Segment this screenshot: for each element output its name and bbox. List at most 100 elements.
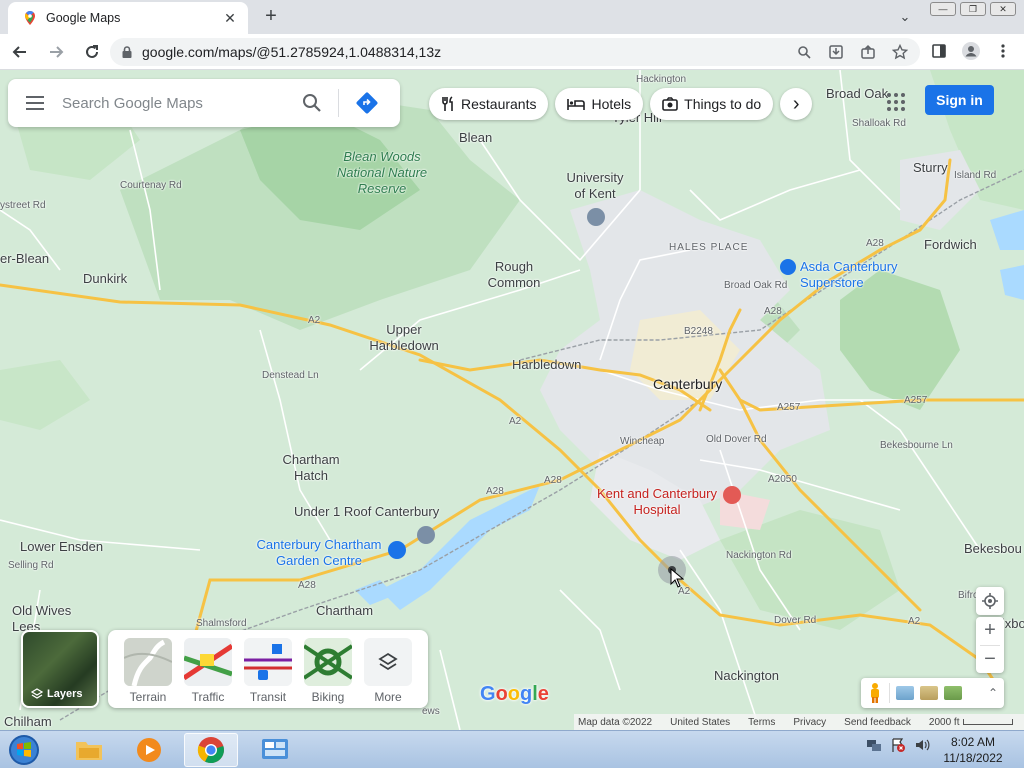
google-logo: Google: [480, 683, 549, 706]
chips-next-button[interactable]: ›: [780, 88, 813, 120]
map-label-fordwich: Fordwich: [924, 237, 977, 252]
map-label-asda[interactable]: Asda Canterbury Superstore: [800, 259, 910, 291]
taskbar-media-player[interactable]: [122, 733, 176, 767]
map-canvas[interactable]: Broad Oak Blean Tyler Hill University of…: [0, 70, 1024, 730]
road-label-a28: A28: [764, 306, 782, 317]
traffic-thumbnail-icon: [184, 638, 232, 686]
chip-hotels[interactable]: Hotels: [555, 88, 644, 120]
fork-knife-icon: [441, 96, 455, 112]
biking-thumbnail-icon: [304, 638, 352, 686]
directions-icon: [356, 92, 378, 114]
road-label-a28: A28: [298, 580, 316, 591]
my-location-button[interactable]: [976, 587, 1004, 615]
map-label-canterbury: Canterbury: [653, 376, 723, 392]
map-label-university-kent[interactable]: University of Kent: [560, 170, 630, 202]
imagery-thumbnail-icon[interactable]: [944, 686, 962, 700]
layer-biking[interactable]: Biking: [304, 638, 352, 708]
layer-traffic[interactable]: Traffic: [184, 638, 232, 708]
profile-avatar-icon[interactable]: [960, 40, 982, 62]
side-panel-icon[interactable]: [928, 40, 950, 62]
scale-bar-line: [963, 719, 1014, 725]
road-label-a257: A257: [777, 402, 801, 413]
search-icon[interactable]: [794, 42, 814, 62]
folder-icon: [76, 742, 102, 760]
forward-button[interactable]: [40, 36, 72, 68]
sign-in-button[interactable]: Sign in: [925, 85, 994, 115]
road-label-a28: A28: [866, 238, 884, 249]
layers-toggle-button[interactable]: Layers: [21, 630, 99, 708]
terms-link[interactable]: Terms: [748, 717, 775, 728]
tab-close-icon[interactable]: ✕: [222, 10, 238, 27]
chip-restaurants[interactable]: Restaurants: [429, 88, 549, 120]
road-label-courtenay-rd: Courtenay Rd: [120, 180, 182, 191]
country-link[interactable]: United States: [670, 717, 730, 728]
road-label-shalloak-rd: Shalloak Rd: [852, 118, 906, 129]
browser-tab-strip: Google Maps ✕ + ⌄ — ❐ ✕: [0, 0, 1024, 34]
imagery-thumbnail-icon[interactable]: [920, 686, 938, 700]
address-bar[interactable]: google.com/maps/@51.2785924,1.0488314,13…: [110, 38, 920, 66]
send-feedback-link[interactable]: Send feedback: [844, 717, 911, 728]
street-view-controls: ⌃: [861, 678, 1004, 708]
crosshair-icon: [982, 593, 998, 609]
minimize-button[interactable]: —: [930, 2, 956, 16]
road-label-shalmsford: Shalmsford: [196, 618, 247, 629]
tab-search-icon[interactable]: ⌄: [894, 6, 916, 28]
map-label-blean-woods[interactable]: Blean Woods National Nature Reserve: [333, 149, 431, 197]
map-label-under-1-roof[interactable]: Under 1 Roof Canterbury: [294, 504, 439, 520]
privacy-link[interactable]: Privacy: [793, 717, 826, 728]
zoom-out-button[interactable]: −: [976, 646, 1004, 674]
road-label-a2050: A2050: [768, 474, 797, 485]
pegman-icon[interactable]: [867, 682, 883, 704]
browser-tab-google-maps[interactable]: Google Maps ✕: [8, 2, 248, 34]
map-label-er-blean: er-Blean: [0, 251, 50, 266]
expand-chevron-icon[interactable]: ⌃: [988, 686, 998, 700]
search-button[interactable]: [292, 93, 332, 113]
map-label-garden-centre[interactable]: Canterbury Chartham Garden Centre: [251, 537, 387, 569]
taskbar-control-panel[interactable]: [248, 733, 302, 767]
logo-letter: g: [520, 683, 533, 705]
reload-button[interactable]: [76, 36, 108, 68]
chip-label: Restaurants: [461, 96, 537, 112]
search-input[interactable]: [62, 94, 292, 112]
chip-label: Hotels: [591, 96, 632, 112]
windows-start-button[interactable]: [6, 733, 42, 767]
restore-button[interactable]: ❐: [960, 2, 986, 16]
new-tab-button[interactable]: +: [258, 4, 284, 30]
scale-bar[interactable]: 2000 ft: [929, 717, 1014, 728]
action-center-flag-icon[interactable]: [890, 737, 906, 753]
road-label-selling-rd: Selling Rd: [8, 560, 54, 571]
close-window-button[interactable]: ✕: [990, 2, 1016, 16]
imagery-thumbnail-icon[interactable]: [896, 686, 914, 700]
mouse-cursor-icon: [670, 568, 684, 588]
map-label-kent-hospital[interactable]: Kent and Canterbury Hospital: [594, 486, 720, 518]
taskbar-clock[interactable]: 8:02 AM 11/18/2022: [938, 734, 1008, 766]
directions-button[interactable]: [347, 91, 387, 115]
road-label-island-rd: Island Rd: [954, 170, 997, 181]
layer-transit[interactable]: Transit: [244, 638, 292, 708]
road-label-a2: A2: [509, 416, 522, 427]
layer-terrain[interactable]: Terrain: [124, 638, 172, 708]
back-button[interactable]: [4, 36, 36, 68]
map-label-sturry: Sturry: [913, 160, 948, 175]
chip-things-to-do[interactable]: Things to do: [650, 88, 774, 120]
google-apps-icon[interactable]: [886, 92, 906, 112]
browser-menu-icon[interactable]: [992, 40, 1014, 62]
install-app-icon[interactable]: [826, 42, 846, 62]
zoom-in-button[interactable]: +: [976, 617, 1004, 645]
share-icon[interactable]: [858, 42, 878, 62]
road-label-bekesbourne-ln: Bekesbourne Ln: [880, 440, 953, 451]
network-icon[interactable]: [866, 737, 882, 753]
hamburger-menu-button[interactable]: [8, 95, 62, 111]
search-icon: [303, 94, 321, 112]
layer-label: Biking: [311, 690, 345, 704]
volume-icon[interactable]: [914, 737, 930, 753]
bookmark-star-icon[interactable]: [890, 42, 910, 62]
layer-label: More: [374, 690, 402, 704]
road-label-a257: A257: [904, 395, 928, 406]
map-label-chilham: Chilham: [4, 714, 52, 729]
taskbar-file-explorer[interactable]: [62, 733, 116, 767]
layer-more[interactable]: More: [364, 638, 412, 708]
map-label-harbledown: Harbledown: [512, 357, 582, 372]
logo-letter: o: [507, 683, 520, 705]
taskbar-chrome[interactable]: [184, 733, 238, 767]
